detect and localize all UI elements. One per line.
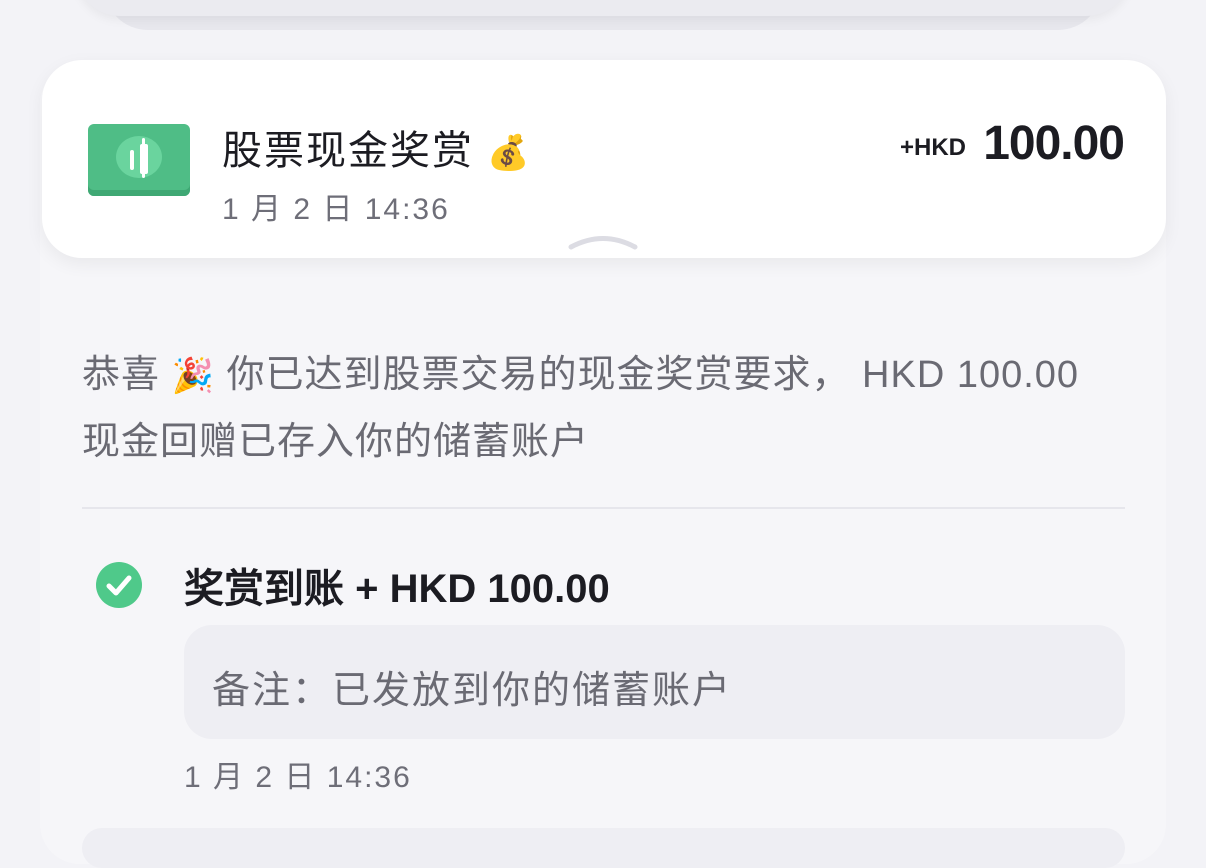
check-circle-icon — [96, 562, 142, 608]
chevron-up-icon[interactable] — [568, 232, 638, 257]
party-popper-icon: 🎉 — [171, 357, 215, 395]
divider — [82, 507, 1125, 509]
next-card — [82, 828, 1125, 868]
event-date: 1 月 2 日 14:36 — [184, 761, 412, 794]
reward-title-text: 股票现金奖赏 — [222, 129, 474, 173]
message-text: 你已达到股票交易的现金奖赏要求， HKD 100.00 现金回赠已存入你的储蓄账… — [82, 354, 1080, 463]
previous-card[interactable] — [76, 0, 1130, 16]
amount-value: 100.00 — [983, 117, 1125, 170]
event-note-text: 备注：已发放到你的储蓄账户 — [212, 670, 733, 712]
event-title: 奖赏到账 + HKD 100.00 — [184, 567, 610, 611]
reward-title: 股票现金奖赏 💰 — [222, 118, 531, 176]
reward-message: 恭喜 🎉 你已达到股票交易的现金奖赏要求， HKD 100.00 现金回赠已存入… — [82, 342, 1112, 475]
message-lead: 恭喜 — [82, 354, 161, 396]
money-bag-icon: 💰 — [487, 134, 532, 172]
event-note: 备注：已发放到你的储蓄账户 — [184, 625, 1125, 739]
amount-currency: +HKD — [899, 134, 966, 161]
reward-date: 1 月 2 日 14:36 — [222, 193, 450, 226]
cash-icon — [88, 124, 190, 196]
